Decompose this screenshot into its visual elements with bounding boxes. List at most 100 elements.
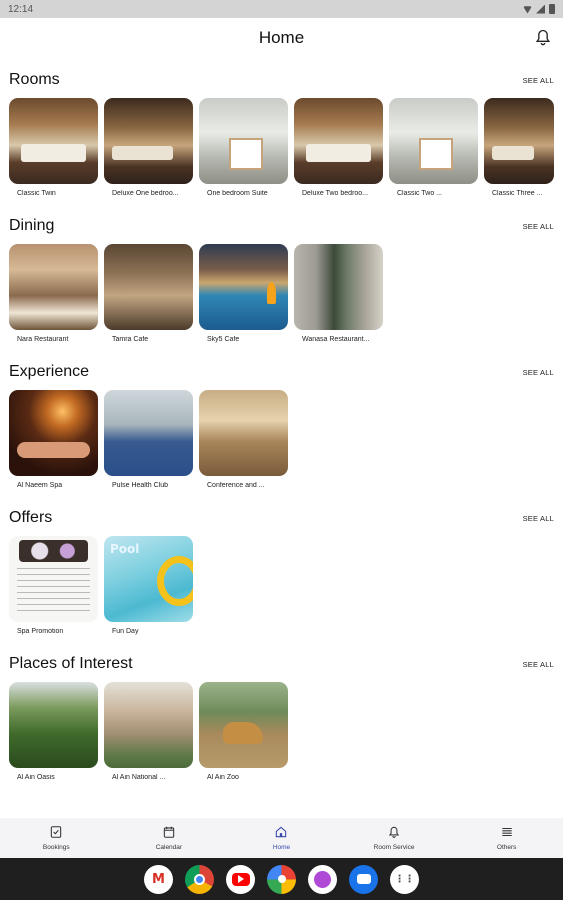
nav-home[interactable]: Home — [236, 825, 326, 851]
card-row: Al Naeem Spa Pulse Health Club Conferenc… — [0, 390, 563, 489]
podcast-icon[interactable] — [308, 864, 337, 894]
signal-icon — [536, 4, 545, 14]
status-time: 12:14 — [8, 3, 34, 15]
experience-image — [9, 390, 98, 476]
card-label: Al Ain National ... — [112, 774, 166, 781]
room-card[interactable]: Classic Two ... — [389, 98, 478, 197]
bottom-navigation: Bookings Calendar Home Room Service Othe… — [0, 818, 563, 858]
room-card[interactable]: Deluxe One bedroo... — [104, 98, 193, 197]
place-card[interactable]: Al Ain Zoo — [199, 682, 288, 781]
calendar-icon — [163, 826, 175, 838]
room-image — [484, 98, 554, 184]
status-bar: 12:14 — [0, 0, 563, 18]
card-label: Conference and ... — [207, 482, 265, 489]
youtube-icon[interactable] — [226, 864, 255, 894]
section-places-of-interest: Places of Interest SEE ALL Al Ain Oasis … — [0, 652, 563, 781]
home-content: Rooms SEE ALL Classic Twin Deluxe One be… — [0, 58, 563, 818]
card-row: Al Ain Oasis Al Ain National ... Al Ain … — [0, 682, 563, 781]
dining-image — [294, 244, 383, 330]
app-header: Home — [0, 18, 563, 58]
see-all-button[interactable]: SEE ALL — [523, 222, 554, 231]
section-title: Experience — [9, 363, 90, 380]
section-dining: Dining SEE ALL Nara Restaurant Tamra Caf… — [0, 214, 563, 343]
card-label: Classic Three ... — [492, 190, 543, 197]
see-all-button[interactable]: SEE ALL — [523, 368, 554, 377]
place-image — [199, 682, 288, 768]
app-drawer-icon[interactable]: ⋮⋮ — [390, 864, 419, 894]
experience-image — [104, 390, 193, 476]
card-label: Spa Promotion — [17, 628, 64, 635]
nav-label: Room Service — [373, 844, 415, 851]
messages-icon[interactable] — [349, 864, 378, 894]
section-title: Places of Interest — [9, 655, 133, 672]
section-title: Dining — [9, 217, 55, 234]
dining-image — [199, 244, 288, 330]
dining-card[interactable]: Wanasa Restaurant... — [294, 244, 383, 343]
nav-label: Calendar — [155, 844, 183, 851]
offer-image — [9, 536, 98, 622]
see-all-button[interactable]: SEE ALL — [523, 660, 554, 669]
place-image — [9, 682, 98, 768]
battery-icon — [549, 4, 555, 14]
card-label: Al Ain Zoo — [207, 774, 239, 781]
dining-card[interactable]: Sky5 Cafe — [199, 244, 288, 343]
card-label: Tamra Cafe — [112, 336, 149, 343]
room-card[interactable]: Deluxe Two bedroo... — [294, 98, 383, 197]
section-title: Offers — [9, 509, 53, 526]
chrome-icon[interactable] — [185, 864, 214, 894]
experience-card[interactable]: Conference and ... — [199, 390, 288, 489]
card-label: Classic Twin — [17, 190, 56, 197]
nav-calendar[interactable]: Calendar — [124, 825, 214, 851]
room-image — [104, 98, 193, 184]
card-label: Deluxe Two bedroo... — [302, 190, 369, 197]
see-all-button[interactable]: SEE ALL — [523, 514, 554, 523]
card-label: Pulse Health Club — [112, 482, 169, 489]
card-label: Nara Restaurant — [17, 336, 69, 343]
nav-label: Others — [496, 844, 517, 851]
room-service-icon — [389, 826, 400, 838]
card-row: Nara Restaurant Tamra Cafe Sky5 Cafe Wan… — [0, 244, 563, 343]
offer-card[interactable]: Spa Promotion — [9, 536, 98, 635]
notification-bell-icon[interactable] — [533, 28, 553, 48]
card-label: Wanasa Restaurant... — [302, 336, 370, 343]
offer-image: Pool — [104, 536, 193, 622]
wifi-icon — [523, 6, 532, 14]
section-offers: Offers SEE ALL Spa Promotion Pool Fun Day — [0, 506, 563, 635]
photos-icon[interactable] — [267, 864, 296, 894]
dining-card[interactable]: Nara Restaurant — [9, 244, 98, 343]
card-label: Al Naeem Spa — [17, 482, 63, 489]
page-title: Home — [258, 28, 305, 47]
pool-word: Pool — [110, 542, 140, 556]
dining-card[interactable]: Tamra Cafe — [104, 244, 193, 343]
card-label: Fun Day — [112, 628, 139, 635]
card-label: One bedroom Suite — [207, 190, 268, 197]
experience-card[interactable]: Pulse Health Club — [104, 390, 193, 489]
nav-room-service[interactable]: Room Service — [349, 825, 439, 851]
card-row: Spa Promotion Pool Fun Day — [0, 536, 563, 635]
nav-label: Home — [272, 844, 291, 851]
nav-bookings[interactable]: Bookings — [11, 825, 101, 851]
room-image — [9, 98, 98, 184]
place-card[interactable]: Al Ain National ... — [104, 682, 193, 781]
card-label: Al Ain Oasis — [17, 774, 55, 781]
card-label: Sky5 Cafe — [207, 336, 240, 343]
section-title: Rooms — [9, 71, 60, 88]
nav-others[interactable]: Others — [462, 825, 552, 851]
others-icon — [502, 827, 512, 837]
gmail-icon[interactable]: M — [144, 864, 173, 894]
bookings-icon — [51, 826, 62, 838]
see-all-button[interactable]: SEE ALL — [523, 76, 554, 85]
room-card[interactable]: Classic Twin — [9, 98, 98, 197]
room-image — [294, 98, 383, 184]
room-card[interactable]: Classic Three ... — [484, 98, 554, 197]
card-row: Classic Twin Deluxe One bedroo... One be… — [0, 98, 563, 197]
offer-card[interactable]: Pool Fun Day — [104, 536, 193, 635]
place-card[interactable]: Al Ain Oasis — [9, 682, 98, 781]
room-card[interactable]: One bedroom Suite — [199, 98, 288, 197]
experience-card[interactable]: Al Naeem Spa — [9, 390, 98, 489]
place-image — [104, 682, 193, 768]
dining-image — [9, 244, 98, 330]
experience-image — [199, 390, 288, 476]
dining-image — [104, 244, 193, 330]
card-label: Classic Two ... — [397, 190, 442, 197]
